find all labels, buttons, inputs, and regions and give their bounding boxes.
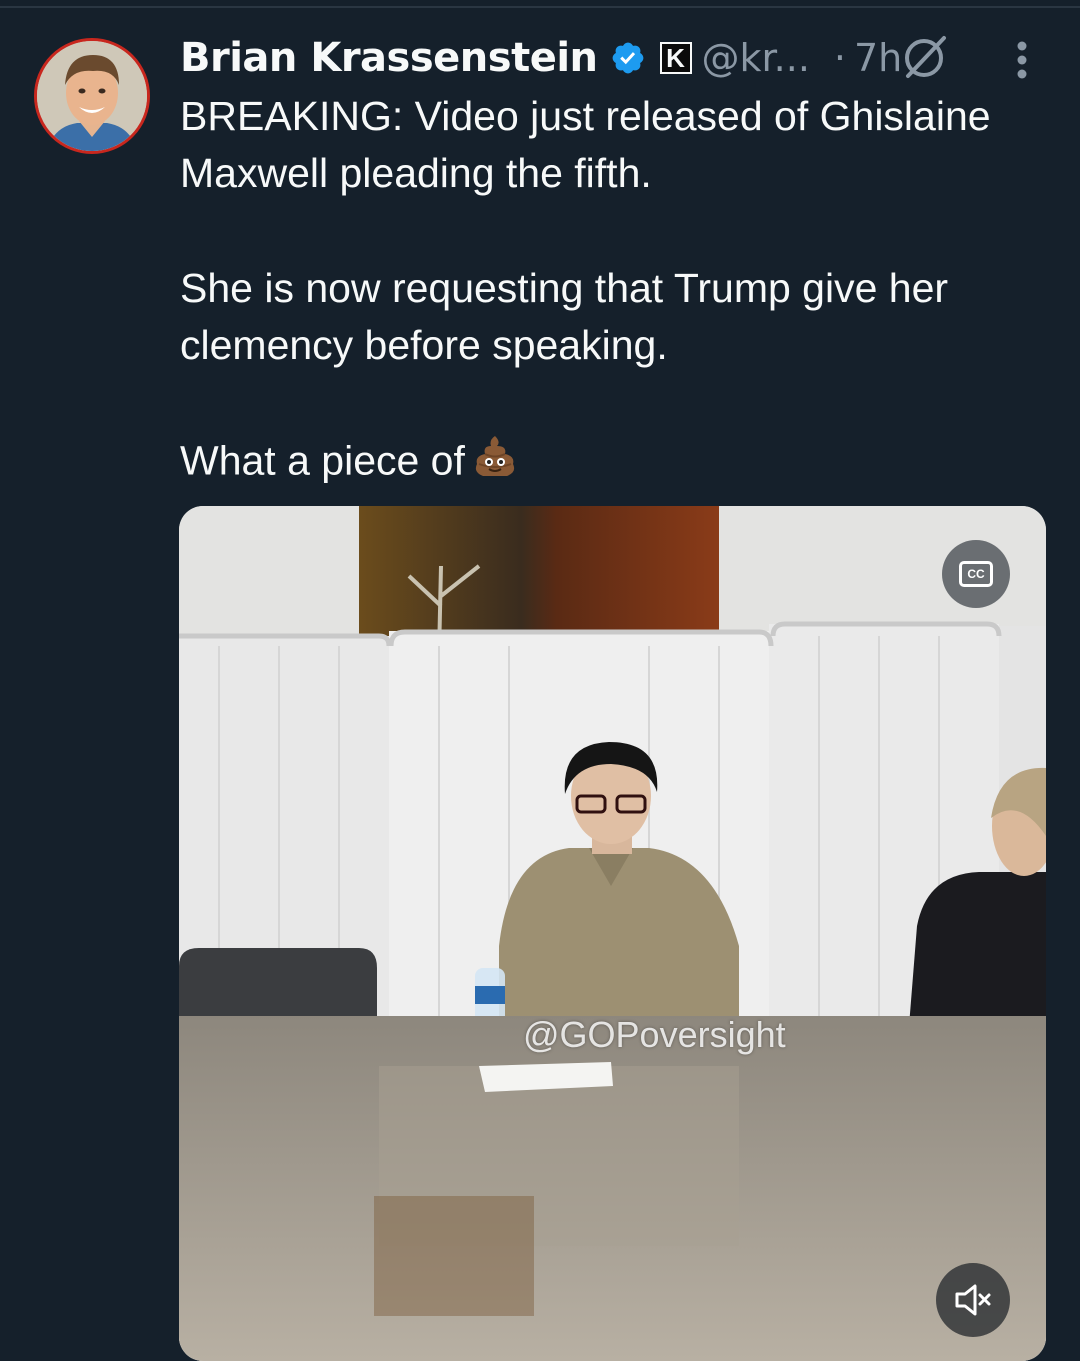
header-separator: ·	[833, 36, 846, 80]
video-watermark: @GOPoversight	[523, 1014, 786, 1055]
tweet-paragraph-3: What a piece of	[180, 432, 1050, 495]
author-avatar[interactable]	[34, 38, 150, 154]
grok-icon[interactable]	[900, 32, 950, 86]
affiliate-k-badge-icon[interactable]: K	[659, 42, 692, 74]
top-divider	[0, 6, 1080, 8]
tweet-text: BREAKING: Video just released of Ghislai…	[180, 88, 1050, 495]
video-frame	[179, 506, 1046, 1361]
verified-badge-icon	[610, 40, 646, 76]
author-handle[interactable]: @kr...	[702, 36, 810, 80]
tweet-paragraph-2: She is now requesting that Trump give he…	[180, 265, 949, 368]
closed-captions-icon: CC	[959, 561, 993, 587]
poop-emoji-icon	[471, 432, 519, 495]
tweet-paragraph-1: BREAKING: Video just released of Ghislai…	[180, 93, 991, 196]
post-time[interactable]: 7h	[854, 36, 902, 80]
closed-captions-button[interactable]: CC	[942, 540, 1010, 608]
more-vertical-icon[interactable]	[1008, 40, 1036, 84]
avatar-photo	[37, 41, 147, 151]
author-name[interactable]: Brian Krassenstein	[180, 35, 598, 81]
tweet-header: Brian Krassenstein K @kr... · 7h	[180, 30, 902, 86]
tweet-paragraph-3-text: What a piece of	[180, 437, 465, 484]
volume-muted-icon	[955, 1284, 991, 1316]
mute-button[interactable]	[936, 1263, 1010, 1337]
tweet-video[interactable]: @GOPoversight CC	[179, 506, 1046, 1361]
